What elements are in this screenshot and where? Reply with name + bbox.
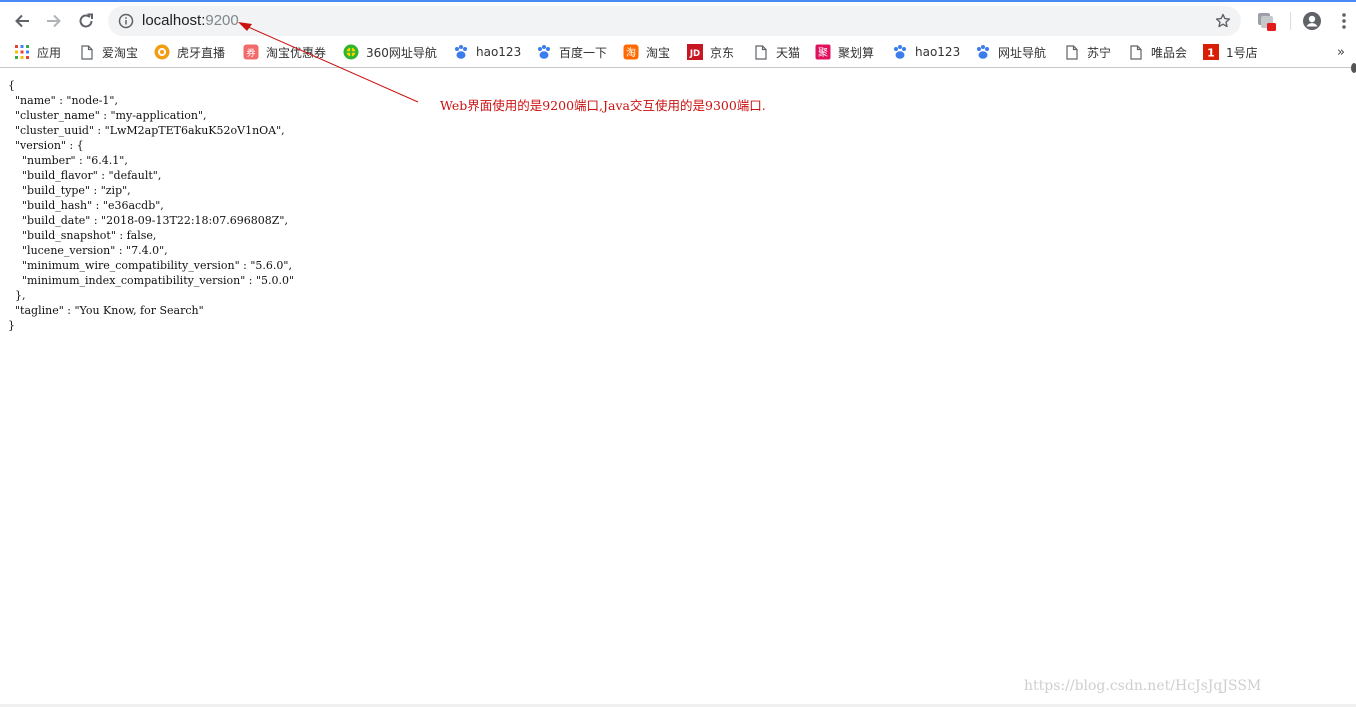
address-bar[interactable]: localhost:9200 [108, 6, 1241, 36]
huya-icon [154, 44, 170, 60]
jd-icon: JD [687, 44, 703, 60]
bookmark-label: 网址导航 [998, 45, 1047, 60]
yhd-icon: 1 [1203, 44, 1219, 60]
coupon-icon: 券 [243, 44, 259, 60]
bookmark-baidu[interactable]: 百度一下 [536, 42, 607, 62]
bookmark-aitaobao[interactable]: 爱淘宝 [79, 42, 138, 62]
bookmark-yhd[interactable]: 1 1号店 [1203, 42, 1258, 62]
bookmarks-overflow-button[interactable]: » [1337, 45, 1345, 60]
bookmark-label: 淘宝 [646, 45, 671, 60]
bookmark-suning[interactable]: 苏宁 [1064, 42, 1111, 62]
bookmarks-bar: 应用 爱淘宝 虎牙直播 券 淘宝优惠券 360网址导航 hao123 百度一下 … [0, 38, 1356, 68]
bookmark-label: 京东 [710, 45, 735, 60]
bookmark-label: 360网址导航 [366, 45, 437, 60]
bookmark-label: 聚划算 [838, 45, 875, 60]
port-annotation: Web界面使用的是9200端口,Java交互使用的是9300端口. [440, 98, 766, 113]
bookmark-jd[interactable]: JD 京东 [687, 42, 734, 62]
page-icon [1064, 44, 1080, 60]
bookmark-label: 虎牙直播 [177, 45, 226, 60]
bookmark-vip[interactable]: 唯品会 [1128, 42, 1187, 62]
svg-text:券: 券 [246, 47, 255, 59]
bookmark-label: 爱淘宝 [102, 45, 139, 60]
url-port: 9200 [205, 12, 239, 29]
watermark: https://blog.csdn.net/HcJsJqJSSM [1024, 678, 1262, 694]
browser-toolbar: localhost:9200 [0, 2, 1356, 38]
page-content: { "name" : "node-1", "cluster_name" : "m… [0, 68, 1356, 707]
back-button[interactable] [9, 8, 35, 34]
bookmark-label: hao123 [915, 45, 961, 59]
bookmark-label: 天猫 [776, 45, 801, 60]
bookmark-label: 应用 [37, 45, 62, 60]
menu-icon[interactable] [1335, 11, 1353, 31]
url-host: localhost: [142, 12, 206, 29]
bookmark-label: 淘宝优惠券 [266, 45, 327, 60]
bookmark-360[interactable]: 360网址导航 [343, 42, 437, 62]
svg-text:淘: 淘 [626, 46, 636, 59]
bookmark-apps[interactable]: 应用 [14, 42, 61, 62]
svg-text:1: 1 [1207, 47, 1215, 60]
page-icon [79, 44, 95, 60]
page-icon [1128, 44, 1144, 60]
page-icon [753, 44, 769, 60]
bookmark-taobao[interactable]: 淘 淘宝 [623, 42, 670, 62]
arrow-right-icon [47, 14, 61, 28]
bookmark-label: hao123 [476, 45, 522, 59]
bookmark-hao123[interactable]: hao123 [453, 42, 521, 62]
paw-icon [453, 44, 469, 60]
forward-button[interactable] [41, 8, 67, 34]
extension-icon[interactable] [1257, 12, 1277, 32]
bookmark-huya[interactable]: 虎牙直播 [154, 42, 225, 62]
svg-text:JD: JD [689, 49, 700, 59]
juhuasuan-icon: 聚 [815, 44, 831, 60]
bookmark-star-icon[interactable] [1215, 13, 1231, 29]
360-icon [343, 44, 359, 60]
paw-icon [536, 44, 552, 60]
taobao-icon: 淘 [623, 44, 639, 60]
svg-text:聚: 聚 [818, 47, 828, 59]
url-text[interactable]: localhost:9200 [142, 12, 239, 30]
json-response: { "name" : "node-1", "cluster_name" : "m… [8, 79, 295, 332]
bookmark-url-nav[interactable]: 网址导航 [975, 42, 1046, 62]
paw-icon [975, 44, 991, 60]
info-icon[interactable] [118, 13, 134, 29]
toolbar-separator [1290, 12, 1291, 30]
bookmark-label: 唯品会 [1151, 45, 1188, 60]
bookmark-tmall[interactable]: 天猫 [753, 42, 800, 62]
paw-icon [892, 44, 908, 60]
bookmark-juhuasuan[interactable]: 聚 聚划算 [815, 42, 874, 62]
apps-grid-icon [14, 44, 30, 60]
bookmark-label: 百度一下 [559, 45, 608, 60]
bookmark-taobao-coupon[interactable]: 券 淘宝优惠券 [243, 42, 326, 62]
bookmark-label: 1号店 [1226, 45, 1258, 60]
reload-button[interactable] [73, 8, 99, 34]
reload-icon [79, 13, 93, 28]
bookmark-label: 苏宁 [1087, 45, 1112, 60]
arrow-left-icon [15, 14, 29, 28]
bookmark-hao123-2[interactable]: hao123 [892, 42, 960, 62]
profile-icon[interactable] [1302, 11, 1322, 31]
